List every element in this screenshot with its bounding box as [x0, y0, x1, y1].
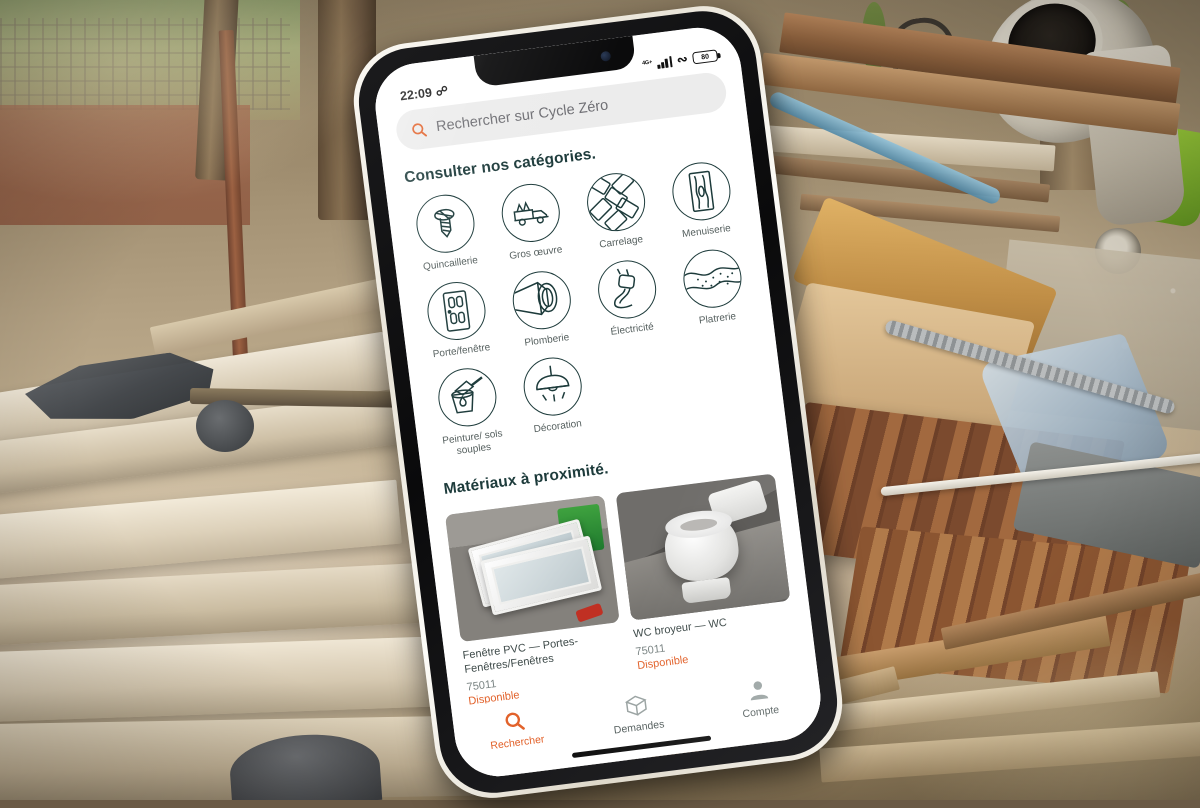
- category-platrerie[interactable]: Platrerie: [666, 242, 762, 334]
- door-icon: [424, 278, 489, 343]
- category-plomberie[interactable]: Plomberie: [495, 264, 591, 356]
- tab-compte[interactable]: Compte: [696, 671, 823, 726]
- tab-rechercher[interactable]: Rechercher: [452, 701, 579, 756]
- power-plug-icon: [595, 257, 660, 322]
- bluetooth-icon: ☍: [435, 83, 449, 98]
- category-carrelage[interactable]: Carrelage: [570, 166, 666, 258]
- dark-stone: [196, 400, 254, 452]
- screw-icon: [413, 191, 478, 256]
- tab-label: Rechercher: [490, 733, 545, 752]
- category-label: Platrerie: [698, 311, 736, 327]
- pendant-lamp-icon: [520, 354, 585, 419]
- category-peinture-sols-souples[interactable]: Peinture/ sols souples: [421, 361, 518, 464]
- category-quincaillerie[interactable]: Quincaillerie: [399, 188, 495, 280]
- product-image: [616, 473, 791, 620]
- cellular-signal-icon: [656, 56, 672, 69]
- pipe-icon: [509, 267, 574, 332]
- truck-icon: [498, 181, 563, 246]
- tab-demandes[interactable]: Demandes: [574, 686, 701, 741]
- paint-bucket-brush-icon: [435, 365, 500, 430]
- user-account-icon: [745, 677, 772, 704]
- app-content: Rechercher sur Cycle Zéro Consulter nos …: [370, 23, 825, 781]
- search-icon: [409, 120, 428, 139]
- product-card[interactable]: Fenêtre PVC — Portes-Fenêtres/Fenêtres 7…: [445, 495, 628, 707]
- box-package-icon: [623, 692, 650, 719]
- category-label: Décoration: [533, 418, 582, 435]
- product-image: [445, 495, 620, 642]
- battery-level: 80: [701, 53, 710, 61]
- category-label: Peinture/ sols souples: [433, 427, 513, 460]
- category-label: Carrelage: [599, 234, 644, 251]
- category-decoration[interactable]: Décoration: [506, 350, 603, 453]
- category-label: Porte/fenêtre: [432, 342, 491, 361]
- wifi-call-icon: ∾: [676, 51, 689, 68]
- plaster-icon: [680, 246, 745, 311]
- tab-label: Demandes: [613, 718, 665, 736]
- tile-pattern-icon: [584, 170, 649, 235]
- battery-icon: 80: [692, 49, 718, 65]
- category-label: Quincaillerie: [423, 255, 479, 273]
- category-label: Électricité: [610, 321, 654, 338]
- wire-fence: [0, 18, 290, 110]
- category-gros-oeuvre[interactable]: Gros œuvre: [484, 177, 580, 269]
- category-label: Plomberie: [524, 332, 570, 349]
- phone-screen: 22:09 ☍ 4G+ ∾ 80: [370, 23, 825, 781]
- category-label: Gros œuvre: [509, 244, 563, 262]
- category-porte-fenetre[interactable]: Porte/fenêtre: [410, 274, 506, 366]
- category-grid: Quincaillerie: [387, 154, 786, 466]
- category-label: Menuiserie: [682, 223, 732, 241]
- status-time: 22:09: [399, 85, 432, 103]
- status-bar-left: 22:09 ☍: [399, 83, 449, 103]
- product-card[interactable]: WC broyeur — WC 75011 Disponible: [616, 473, 799, 685]
- pvc-window-frames-photo: [445, 495, 620, 642]
- category-menuiserie[interactable]: Menuiserie: [655, 155, 751, 247]
- tab-label: Compte: [742, 704, 780, 721]
- network-type-label: 4G+: [642, 61, 653, 68]
- category-electricite[interactable]: Électricité: [581, 253, 677, 345]
- search-input[interactable]: Rechercher sur Cycle Zéro: [435, 97, 609, 135]
- toilet-photo: [616, 473, 791, 620]
- wood-plank-icon: [669, 159, 734, 224]
- search-icon: [502, 708, 527, 735]
